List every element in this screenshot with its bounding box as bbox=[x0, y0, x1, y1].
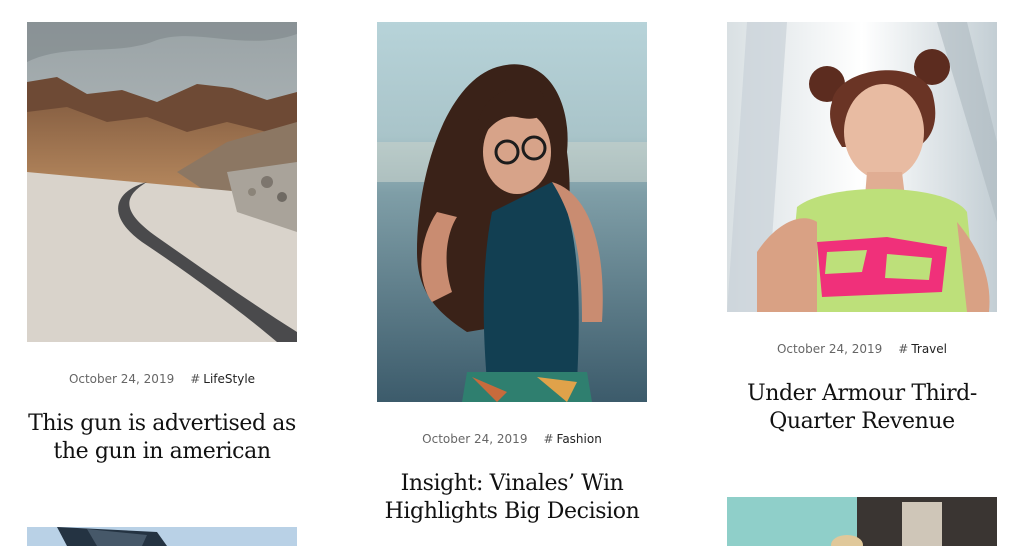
hash-icon: # bbox=[190, 372, 201, 386]
post-date[interactable]: October 24, 2019 bbox=[69, 372, 174, 386]
post-meta: October 24, 2019 # LifeStyle bbox=[27, 372, 297, 386]
post-title[interactable]: Insight: Vinales’ Win Highlights Big Dec… bbox=[357, 470, 667, 526]
post-title-line: This gun is advertised as bbox=[28, 411, 296, 436]
post-category-link[interactable]: LifeStyle bbox=[203, 372, 255, 386]
post-title-line: Quarter Revenue bbox=[769, 409, 955, 434]
post-card-lifestyle: October 24, 2019 # LifeStyle This gun is a… bbox=[27, 22, 297, 522]
hash-icon: # bbox=[898, 342, 909, 356]
post-title-line: Under Armour Third- bbox=[747, 381, 977, 406]
hash-icon: # bbox=[543, 432, 554, 446]
post-title-line: Highlights Big Decision bbox=[384, 499, 640, 524]
post-meta: October 24, 2019 # Travel bbox=[727, 342, 997, 356]
post-thumbnail-portrait[interactable] bbox=[377, 22, 647, 402]
post-title[interactable]: This gun is advertised as the gun in ame… bbox=[7, 410, 317, 466]
post-title-line: the gun in american bbox=[53, 439, 271, 464]
post-date[interactable]: October 24, 2019 bbox=[777, 342, 882, 356]
post-card-fashion: October 24, 2019 # Fashion Insight: Vinale… bbox=[377, 22, 647, 546]
post-category-link[interactable]: Fashion bbox=[557, 432, 602, 446]
post-category-link[interactable]: Travel bbox=[911, 342, 947, 356]
post-title[interactable]: Under Armour Third- Quarter Revenue bbox=[707, 380, 1017, 436]
post-thumbnail-woman[interactable] bbox=[727, 22, 997, 312]
post-title-line: Insight: Vinales’ Win bbox=[400, 471, 624, 496]
post-thumbnail-mountain-road[interactable] bbox=[27, 22, 297, 342]
post-meta: October 24, 2019 # Fashion bbox=[377, 432, 647, 446]
post-date[interactable]: October 24, 2019 bbox=[422, 432, 527, 446]
post-thumbnail-partial[interactable] bbox=[727, 497, 997, 546]
post-card-travel: October 24, 2019 # Travel Under Armour Thi… bbox=[727, 22, 997, 492]
post-thumbnail-partial[interactable] bbox=[27, 527, 297, 546]
